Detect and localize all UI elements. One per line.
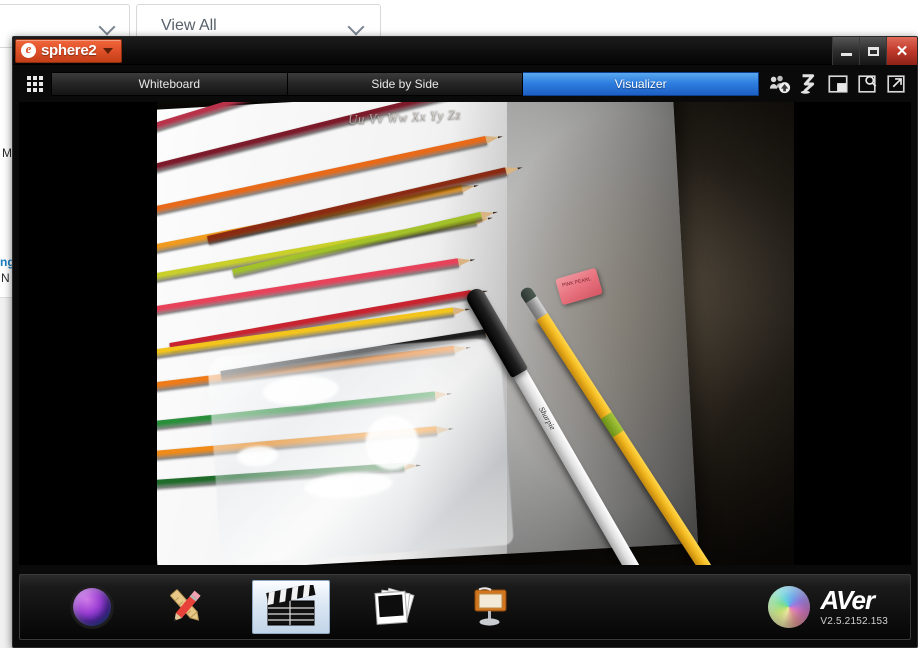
snapshot-page-icon[interactable] (856, 73, 878, 95)
video-pillarbox-right (794, 102, 911, 565)
pencil-ruler-icon (170, 589, 201, 622)
video-pillarbox-left (19, 102, 157, 565)
open-external-icon[interactable] (885, 73, 907, 95)
minimize-icon (840, 53, 852, 56)
maximize-icon (867, 46, 879, 56)
video-recorder-button[interactable] (252, 580, 330, 634)
presentation-button[interactable] (462, 582, 518, 632)
photo-gallery-button[interactable] (368, 582, 424, 632)
presentation-stand-icon (474, 587, 507, 626)
close-icon: ✕ (895, 42, 909, 60)
window-controls: ✕ (832, 37, 917, 65)
tab-label: Whiteboard (138, 77, 201, 91)
bottom-dock-toolbar: AVer V2.5.2152.153 (19, 574, 911, 640)
clapperboard-icon (266, 585, 316, 626)
photo-stack-icon (374, 587, 415, 625)
window-titlebar: sphere2 ✕ (13, 37, 917, 65)
annotation-tools-button[interactable] (158, 582, 214, 632)
tabbar-tool-icons (769, 73, 907, 95)
mode-tabbar: Whiteboard Side by Side Visualizer (19, 69, 911, 99)
dock-brand-group: AVer V2.5.2152.153 (768, 586, 910, 628)
visualizer-video-stage[interactable]: PINK PEARL Sharpie Uu Vv Ww Xx Yy Zz (19, 102, 911, 565)
caret-down-icon (103, 47, 114, 54)
tab-whiteboard[interactable]: Whiteboard (51, 72, 288, 96)
camera-scene: PINK PEARL Sharpie Uu Vv Ww Xx Yy Zz (157, 102, 794, 565)
share-users-upload-icon[interactable] (769, 73, 791, 95)
minimize-button[interactable] (832, 37, 859, 65)
tab-label: Side by Side (371, 77, 439, 91)
sphere2-logo-icon (21, 41, 36, 58)
maximize-button[interactable] (859, 37, 886, 65)
mode-tabs: Whiteboard Side by Side Visualizer (51, 72, 760, 96)
sphere2-brand-menu-button[interactable]: sphere2 (15, 38, 123, 63)
tab-label: Visualizer (614, 77, 667, 91)
aver-logo: AVer (820, 585, 875, 615)
background-select-value: View All (161, 17, 217, 34)
chevron-down-icon (349, 19, 364, 34)
grid-menu-icon[interactable] (23, 72, 47, 96)
tab-side-by-side[interactable]: Side by Side (287, 72, 524, 96)
dock-button-group (20, 580, 518, 634)
sphere-orb-icon (73, 588, 111, 626)
chevron-down-icon (100, 19, 115, 34)
video-frame: PINK PEARL Sharpie Uu Vv Ww Xx Yy Zz (19, 102, 911, 565)
eraser-label: PINK PEARL (561, 276, 592, 290)
window-title: sphere2 (41, 42, 97, 59)
sphere-orb-button[interactable] (64, 582, 120, 632)
background-text-fragment: N (1, 271, 10, 285)
aver-brand-block: AVer V2.5.2152.153 (820, 587, 888, 627)
desk-lamp-icon[interactable] (798, 73, 820, 95)
color-wheel-icon[interactable] (768, 586, 811, 628)
tab-visualizer[interactable]: Visualizer (523, 72, 760, 96)
close-button[interactable]: ✕ (886, 37, 917, 65)
picture-in-picture-icon[interactable] (827, 73, 849, 95)
background-text-fragment: M (2, 146, 12, 160)
version-label: V2.5.2152.153 (820, 616, 888, 627)
sphere2-application-window: sphere2 ✕ Whiteboard Side by Side (12, 36, 918, 648)
plastic-bag (207, 337, 515, 565)
